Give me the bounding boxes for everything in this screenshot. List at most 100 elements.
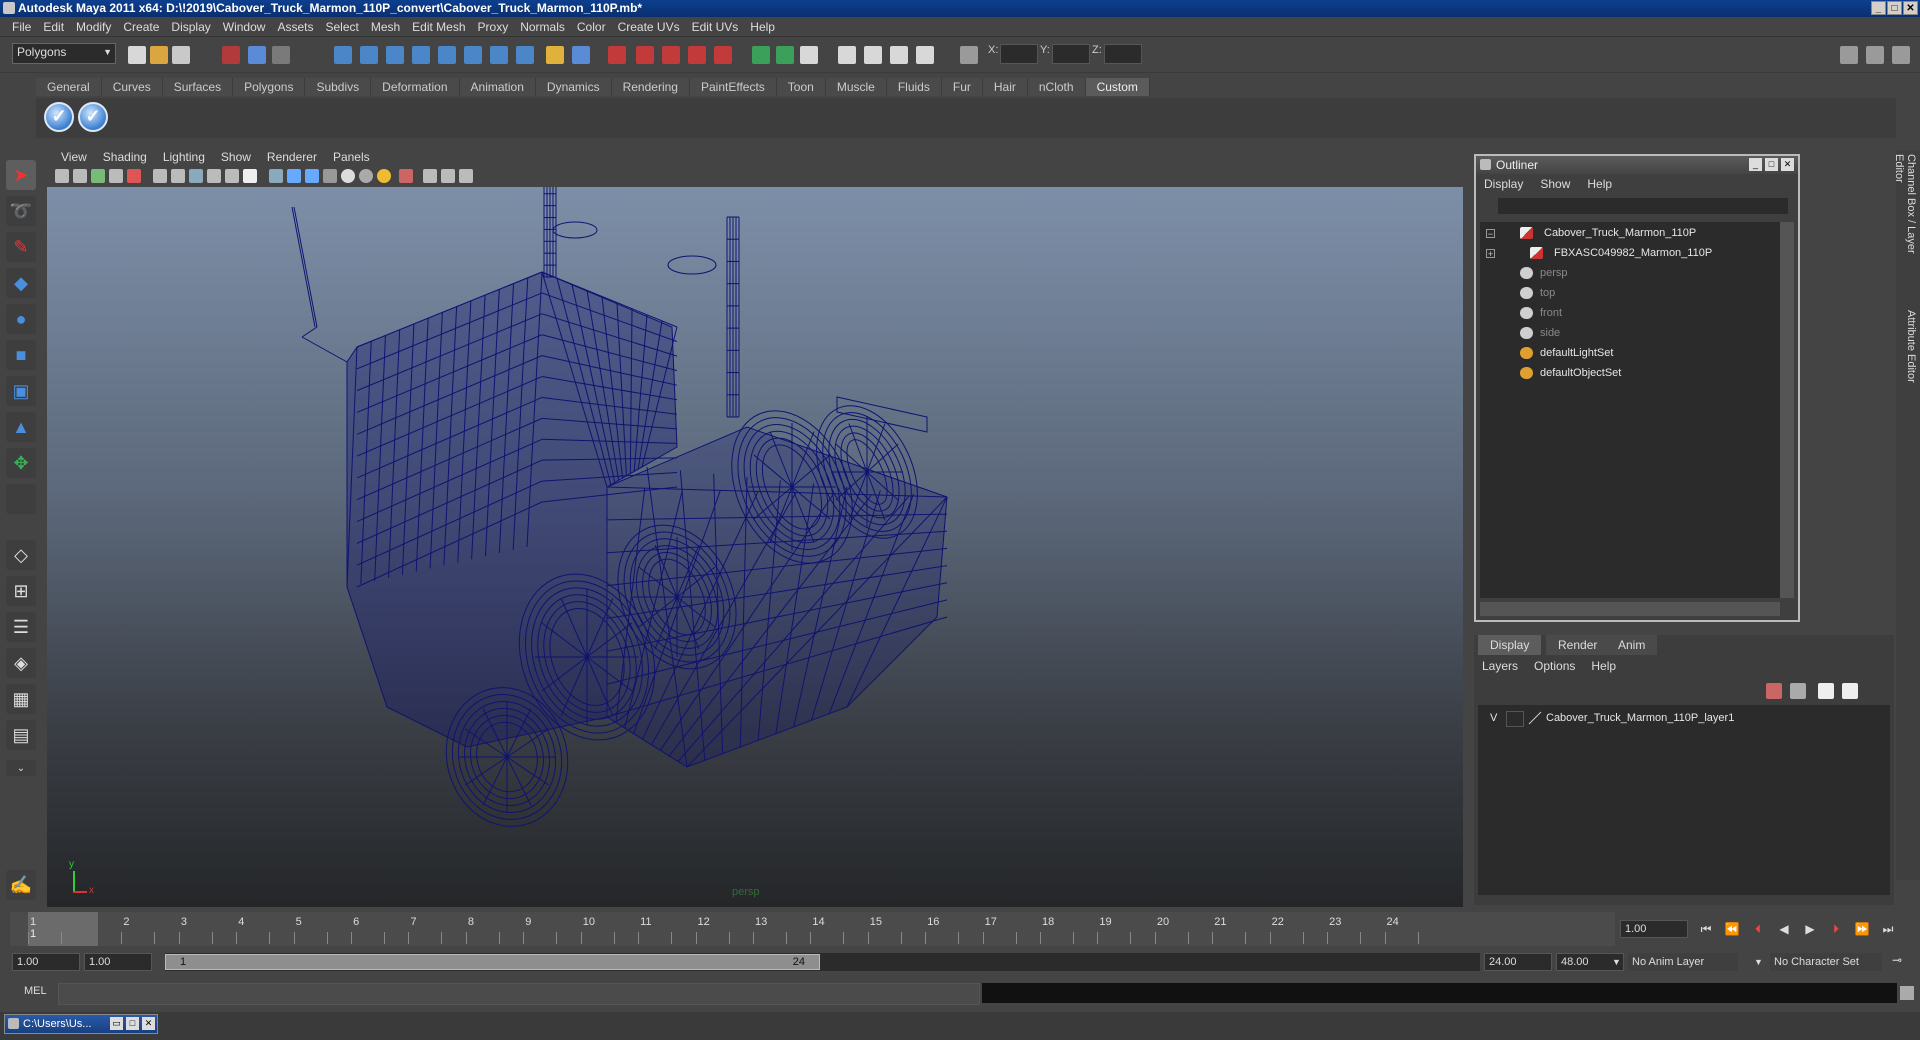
menu-layers[interactable]: Layers <box>1482 659 1518 673</box>
shelf-tab-deformation[interactable]: Deformation <box>371 78 460 96</box>
menu-window[interactable]: Window <box>217 17 272 37</box>
single-perspective-layout-icon[interactable]: ◇ <box>6 540 36 570</box>
xray-joints-icon[interactable] <box>441 169 455 183</box>
play-forwards-icon[interactable]: ▶ <box>1801 920 1819 938</box>
current-frame-marker[interactable]: 1 <box>28 912 98 946</box>
menu-options[interactable]: Options <box>1534 659 1575 673</box>
bookmarks-icon[interactable] <box>91 169 105 183</box>
expand-toggle-icon[interactable]: − <box>1486 229 1495 239</box>
menu-create[interactable]: Create <box>117 17 165 37</box>
grid-toggle-icon[interactable] <box>153 169 167 183</box>
shelf-tab-muscle[interactable]: Muscle <box>825 78 887 96</box>
snap-curve-icon[interactable] <box>360 46 378 64</box>
auto-key-icon[interactable]: ⊸ <box>1892 953 1914 971</box>
step-back-key-icon[interactable]: ⏪ <box>1723 920 1741 938</box>
maximize-icon[interactable]: □ <box>126 1017 139 1030</box>
go-to-start-icon[interactable]: ⏮ <box>1697 920 1715 938</box>
outliner-vertical-scrollbar[interactable] <box>1780 222 1794 598</box>
help-icon[interactable] <box>516 46 534 64</box>
hypershade-icon[interactable] <box>688 46 706 64</box>
perspective-viewport[interactable]: persp y x <box>47 187 1463 907</box>
maximize-button[interactable]: □ <box>1887 1 1902 15</box>
menu-color[interactable]: Color <box>571 17 612 37</box>
go-to-end-icon[interactable]: ⏭ <box>1879 920 1897 938</box>
lock-icon[interactable] <box>546 46 564 64</box>
menu-set-selector[interactable]: Polygons ▼ <box>12 43 116 64</box>
menu-mesh[interactable]: Mesh <box>365 17 406 37</box>
wireframe-icon[interactable] <box>269 169 283 183</box>
last-tool-icon[interactable] <box>6 484 36 514</box>
viewport-menu-lighting[interactable]: Lighting <box>155 150 213 164</box>
layer-name[interactable]: Cabover_Truck_Marmon_110P_layer1 <box>1546 708 1734 728</box>
x-field[interactable] <box>1000 44 1038 64</box>
xray-icon[interactable] <box>423 169 437 183</box>
select-by-component-icon[interactable] <box>272 46 290 64</box>
tab-anim[interactable]: Anim <box>1606 635 1658 655</box>
script-icon[interactable]: ✍ <box>6 870 36 900</box>
shelf-tab-painteffects[interactable]: PaintEffects <box>689 78 777 96</box>
check-icon[interactable]: ✓ <box>44 102 74 132</box>
menu-select[interactable]: Select <box>319 17 364 37</box>
script-editor-icon[interactable] <box>1900 986 1914 1000</box>
layer-color-swatch[interactable] <box>1528 711 1542 725</box>
menu-normals[interactable]: Normals <box>514 17 571 37</box>
step-forward-key-icon[interactable]: ⏩ <box>1853 920 1871 938</box>
rotate-tool-icon[interactable]: ● <box>6 304 36 334</box>
viewport-menu-renderer[interactable]: Renderer <box>259 150 325 164</box>
tab-display[interactable]: Display <box>1478 635 1542 655</box>
attribute-editor-tab[interactable]: Attribute Editor <box>1899 310 1917 410</box>
node-editor-icon[interactable] <box>890 46 908 64</box>
hypershade-persp-layout-icon[interactable]: ▦ <box>6 684 36 714</box>
highlight-selection-icon[interactable] <box>572 46 590 64</box>
isolate-select-icon[interactable] <box>399 169 413 183</box>
open-scene-icon[interactable] <box>150 46 168 64</box>
viewport-menu-shading[interactable]: Shading <box>95 150 155 164</box>
close-icon[interactable]: ✕ <box>1781 158 1794 171</box>
minimized-window[interactable]: C:\Users\Us... ▭ □ ✕ <box>4 1014 158 1034</box>
more-layouts-icon[interactable]: ⌄ <box>6 760 36 776</box>
persp-outliner-layout-icon[interactable]: ▤ <box>6 720 36 750</box>
graph-editor-icon[interactable] <box>838 46 856 64</box>
viewport-menu-show[interactable]: Show <box>213 150 259 164</box>
new-layer-icon[interactable] <box>1766 683 1782 699</box>
outliner-item[interactable]: persp <box>1480 264 1770 282</box>
playback-start-field[interactable]: 1.00 <box>84 953 152 971</box>
new-layer-selected-icon[interactable] <box>1790 683 1806 699</box>
shelf-tab-curves[interactable]: Curves <box>101 78 163 96</box>
new-scene-icon[interactable] <box>128 46 146 64</box>
render-view-icon[interactable] <box>714 46 732 64</box>
playback-end-field[interactable]: 24.00 <box>1484 953 1552 971</box>
render-current-frame-icon[interactable] <box>608 46 626 64</box>
character-set-dropdown[interactable]: ▼ No Character Set <box>1754 953 1882 971</box>
layer-up-icon[interactable] <box>1818 683 1834 699</box>
hud-icon[interactable] <box>243 169 257 183</box>
menu-assets[interactable]: Assets <box>271 17 319 37</box>
shelf-tab-subdivs[interactable]: Subdivs <box>305 78 372 96</box>
command-input[interactable] <box>58 983 980 1005</box>
wireframe-on-shaded-icon[interactable] <box>305 169 319 183</box>
outliner-item[interactable]: defaultLightSet <box>1480 344 1770 362</box>
menu-proxy[interactable]: Proxy <box>472 17 515 37</box>
menu-file[interactable]: File <box>6 17 37 37</box>
layer-row[interactable]: V Cabover_Truck_Marmon_110P_layer1 <box>1478 708 1888 728</box>
scale-tool-icon[interactable]: ■ <box>6 340 36 370</box>
camera-attributes-icon[interactable] <box>73 169 87 183</box>
soft-modification-icon[interactable]: ▲ <box>6 412 36 442</box>
shelf-tab-hair[interactable]: Hair <box>982 78 1028 96</box>
maximize-icon[interactable]: □ <box>1765 158 1778 171</box>
outliner-item[interactable]: side <box>1480 324 1770 342</box>
start-time-field[interactable]: 1.00 <box>12 953 80 971</box>
step-back-frame-icon[interactable]: ⏴ <box>1749 920 1767 938</box>
play-backwards-icon[interactable]: ◀ <box>1775 920 1793 938</box>
snap-point-icon[interactable] <box>386 46 404 64</box>
minimize-icon[interactable]: _ <box>1749 158 1762 171</box>
outliner-menu-display[interactable]: Display <box>1484 177 1532 191</box>
menu-display[interactable]: Display <box>165 17 216 37</box>
toggle-channel-box-icon[interactable] <box>1866 46 1884 64</box>
shelf-tab-toon[interactable]: Toon <box>776 78 826 96</box>
safe-action-icon[interactable] <box>207 169 221 183</box>
close-button[interactable]: ✕ <box>1903 1 1918 15</box>
rename-icon[interactable] <box>776 46 794 64</box>
check-icon[interactable]: ✓ <box>78 102 108 132</box>
shelf-tab-general[interactable]: General <box>36 78 102 96</box>
